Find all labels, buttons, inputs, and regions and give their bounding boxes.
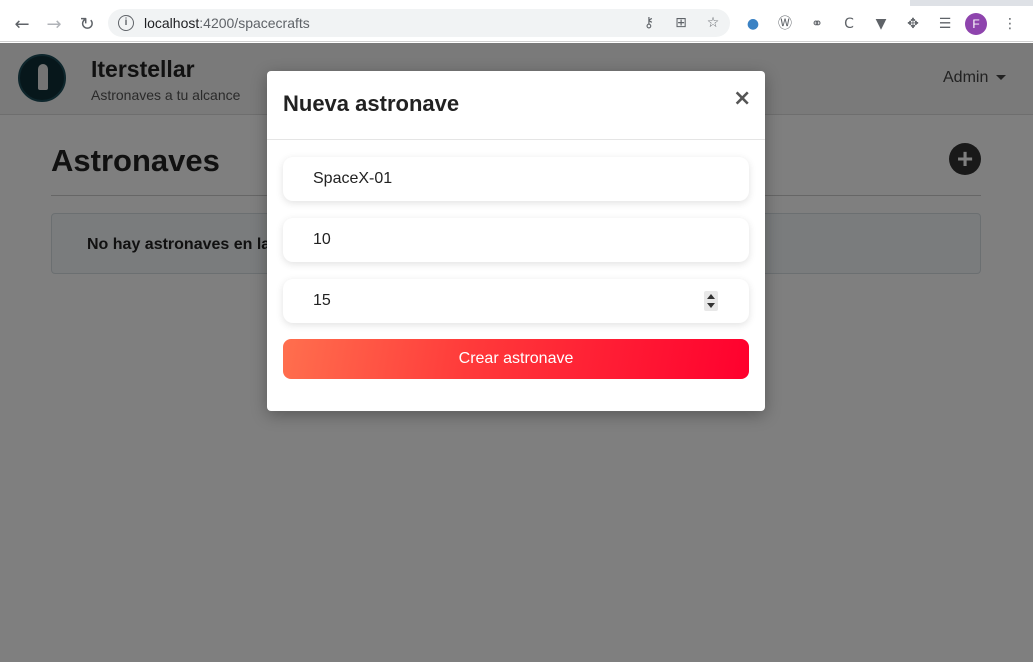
- bookmark-star-icon[interactable]: ☆: [704, 14, 722, 32]
- stepper-up-icon[interactable]: [707, 294, 715, 299]
- extension-c-icon[interactable]: C: [838, 13, 860, 35]
- profile-avatar[interactable]: F: [965, 13, 987, 35]
- second-input[interactable]: [283, 218, 749, 262]
- url-host: localhost: [144, 15, 200, 31]
- extension-w-icon[interactable]: Ⓦ: [774, 13, 796, 35]
- reload-icon[interactable]: ↻: [75, 12, 99, 36]
- name-field[interactable]: [283, 157, 749, 201]
- modal-title: Nueva astronave: [283, 91, 460, 116]
- forward-arrow-icon[interactable]: →: [42, 12, 66, 36]
- modal-header: Nueva astronave ×: [267, 71, 765, 140]
- new-spacecraft-modal: Nueva astronave × Crear astronave: [267, 71, 765, 411]
- stepper-down-icon[interactable]: [707, 303, 715, 308]
- url-path: :4200/spacecrafts: [199, 15, 310, 31]
- name-input[interactable]: [283, 157, 749, 201]
- extension-drop-icon[interactable]: ●: [742, 13, 764, 35]
- extension-v-icon[interactable]: ▼: [870, 13, 892, 35]
- number-stepper[interactable]: [704, 291, 718, 311]
- key-icon[interactable]: ⚷: [640, 14, 658, 32]
- extensions-puzzle-icon[interactable]: ✥: [902, 13, 924, 35]
- second-field[interactable]: [283, 218, 749, 262]
- url-text[interactable]: localhost:4200/spacecrafts: [144, 15, 310, 31]
- extension-glasses-icon[interactable]: ⚭: [806, 13, 828, 35]
- third-input[interactable]: [283, 279, 749, 323]
- third-field[interactable]: [283, 279, 749, 323]
- translate-icon[interactable]: ⊞: [672, 14, 690, 32]
- back-arrow-icon[interactable]: ←: [10, 12, 34, 36]
- address-bar[interactable]: i localhost:4200/spacecrafts ⚷ ⊞ ☆: [108, 9, 730, 37]
- create-spacecraft-button[interactable]: Crear astronave: [283, 339, 749, 379]
- close-icon[interactable]: ×: [733, 87, 751, 111]
- browser-menu-icon[interactable]: ⋮: [999, 13, 1021, 35]
- media-queue-icon[interactable]: ☰: [934, 13, 956, 35]
- site-info-icon[interactable]: i: [118, 15, 134, 31]
- browser-toolbar: ← → ↻ i localhost:4200/spacecrafts ⚷ ⊞ ☆…: [0, 6, 1033, 42]
